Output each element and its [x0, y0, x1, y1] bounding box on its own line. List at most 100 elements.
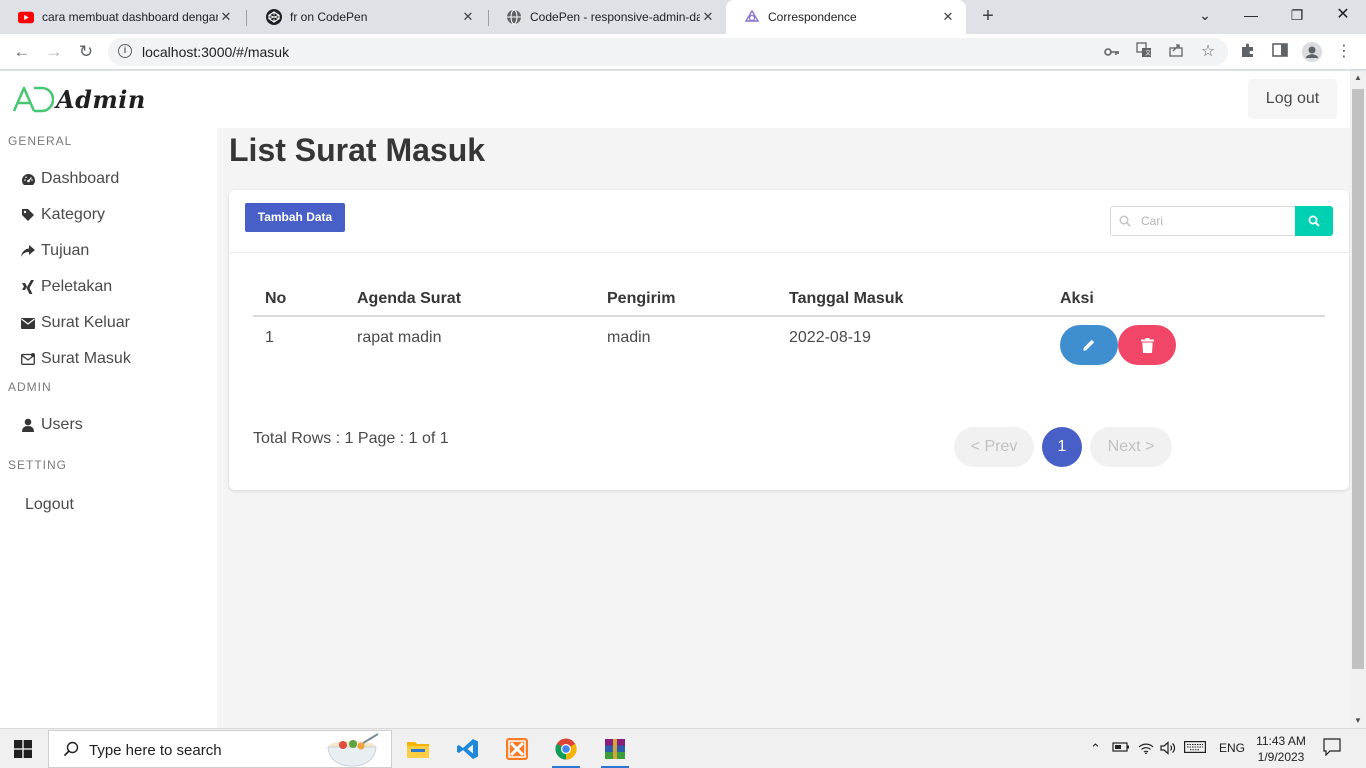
ad-logo-icon [12, 86, 54, 113]
sidebar-item-surat-keluar[interactable]: Surat Keluar [20, 311, 130, 335]
keyboard-icon[interactable] [1184, 741, 1206, 756]
chrome-menu-icon[interactable]: ⋮ [1334, 42, 1354, 62]
volume-icon[interactable] [1160, 741, 1178, 758]
browser-tab-correspondence[interactable]: Correspondence ✕ [726, 0, 966, 34]
browser-tab-youtube[interactable]: cara membuat dashboard dengan ✕ [0, 0, 244, 34]
user-icon [20, 417, 36, 433]
forward-arrow-icon[interactable]: → [40, 38, 68, 66]
prev-page-button[interactable]: < Prev [954, 427, 1034, 467]
sidebar-item-dashboard[interactable]: Dashboard [20, 167, 119, 191]
envelope-open-icon [20, 351, 36, 367]
column-header-agenda: Agenda Surat [345, 282, 595, 317]
taskbar-search-box[interactable]: Type here to search [48, 730, 392, 768]
edit-button[interactable] [1060, 325, 1118, 365]
tab-title: Correspondence [768, 10, 857, 24]
app-navbar: Admin Log out [0, 71, 1350, 128]
site-info-icon[interactable]: i [118, 44, 132, 58]
search-icon [1119, 214, 1131, 227]
browser-tab-codepen[interactable]: fr on CodePen ✕ [248, 0, 486, 34]
sidebar-item-tujuan[interactable]: Tujuan [20, 239, 89, 263]
sidebar-item-peletakan[interactable]: Peletakan [20, 275, 112, 299]
show-hidden-icons-chevron-icon[interactable]: ⌃ [1090, 741, 1101, 757]
svg-text:文: 文 [1145, 49, 1151, 57]
scroll-up-icon[interactable]: ▲ [1350, 71, 1366, 85]
sidebar-item-surat-masuk[interactable]: Surat Masuk [20, 347, 131, 371]
wifi-icon[interactable] [1138, 741, 1154, 757]
browser-tab-codepen-admin[interactable]: CodePen - responsive-admin-das ✕ [488, 0, 726, 34]
tab-search-chevron-icon[interactable]: ⌄ [1182, 0, 1228, 30]
table-row: 1 rapat madin madin 2022-08-19 [253, 316, 1325, 372]
taskbar-clock[interactable]: 11:43 AM 1/9/2023 [1252, 733, 1310, 765]
sidebar-item-label: Peletakan [41, 278, 113, 295]
scroll-down-icon[interactable]: ▼ [1350, 714, 1366, 728]
close-window-icon[interactable]: ✕ [1320, 0, 1366, 30]
sidebar-item-label: Dashboard [41, 170, 120, 187]
delete-button[interactable] [1118, 325, 1176, 365]
table-header-row: No Agenda Surat Pengirim Tanggal Masuk A… [253, 282, 1325, 317]
pagination-info: Total Rows : 1 Page : 1 of 1 [253, 430, 449, 447]
current-page-button[interactable]: 1 [1042, 427, 1082, 467]
address-bar[interactable]: i localhost:3000/#/masuk [108, 38, 1228, 66]
restore-icon[interactable]: ❐ [1274, 0, 1320, 30]
search-field[interactable] [1110, 206, 1296, 236]
close-tab-icon[interactable]: ✕ [460, 9, 476, 25]
winrar-icon[interactable] [595, 733, 635, 768]
sidebar-item-kategory[interactable]: Kategory [20, 203, 105, 227]
browser-toolbar: ← → ↻ i localhost:3000/#/masuk 文 ☆ ⋮ [0, 34, 1366, 70]
menu-label-general: GENERAL [8, 134, 73, 148]
taskbar-search-placeholder: Type here to search [89, 742, 222, 759]
page-viewport: Admin Log out GENERAL Dashboard Kategory… [0, 71, 1350, 728]
notifications-icon[interactable] [1323, 738, 1341, 759]
tab-title: fr on CodePen [290, 10, 368, 24]
scrollbar-thumb[interactable] [1352, 89, 1364, 669]
app-logo[interactable]: Admin [12, 83, 146, 115]
side-panel-icon[interactable] [1270, 42, 1290, 62]
xampp-icon[interactable] [497, 733, 537, 765]
vscode-icon[interactable] [448, 733, 488, 765]
next-page-button[interactable]: Next > [1090, 427, 1172, 467]
page-scrollbar[interactable]: ▲ ▼ [1350, 71, 1366, 728]
extensions-icon[interactable] [1238, 42, 1258, 62]
envelope-icon [20, 315, 36, 331]
sidebar-item-label: Users [41, 416, 83, 433]
chrome-taskbar-icon[interactable] [546, 733, 586, 768]
tag-icon [20, 207, 36, 223]
file-explorer-icon[interactable] [398, 733, 438, 765]
bookmark-star-icon[interactable]: ☆ [1198, 42, 1218, 62]
windows-start-icon[interactable] [14, 740, 32, 758]
pencil-icon [1083, 339, 1095, 351]
key-icon[interactable] [1102, 42, 1122, 62]
close-tab-icon[interactable]: ✕ [940, 9, 956, 25]
cell-agenda: rapat madin [357, 329, 442, 346]
input-language-indicator[interactable]: ENG [1219, 741, 1245, 755]
add-data-button[interactable]: Tambah Data [245, 203, 345, 232]
profile-avatar-icon[interactable] [1302, 42, 1322, 62]
sidebar-item-logout[interactable]: Logout [25, 493, 74, 517]
battery-icon[interactable] [1112, 741, 1130, 756]
column-header-tanggal: Tanggal Masuk [777, 282, 1048, 317]
tab-title: CodePen - responsive-admin-das [530, 10, 700, 24]
reload-icon[interactable]: ↻ [72, 38, 100, 66]
translate-icon[interactable]: 文 [1134, 42, 1154, 62]
browser-tab-strip: cara membuat dashboard dengan ✕ fr on Co… [0, 0, 1366, 34]
search-icon [63, 741, 79, 757]
back-arrow-icon[interactable]: ← [8, 38, 36, 66]
sidebar-item-label: Surat Keluar [41, 314, 130, 331]
windows-taskbar: Type here to search ⌃ ENG 11:43 AM 1/9/2… [0, 728, 1366, 768]
trash-icon [1140, 337, 1154, 353]
sidebar-item-users[interactable]: Users [20, 413, 83, 437]
url-text[interactable]: localhost:3000/#/masuk [142, 44, 289, 60]
minimize-icon[interactable]: — [1228, 0, 1274, 30]
sidebar: GENERAL Dashboard Kategory Tujuan Peleta… [0, 128, 217, 728]
new-tab-icon[interactable]: + [976, 5, 1000, 29]
cell-no: 1 [265, 329, 274, 346]
search-button[interactable] [1295, 206, 1333, 236]
close-tab-icon[interactable]: ✕ [700, 9, 716, 25]
share-page-icon[interactable] [1166, 42, 1186, 62]
close-tab-icon[interactable]: ✕ [218, 9, 234, 25]
search-input[interactable] [1141, 211, 1291, 231]
logout-top-button[interactable]: Log out [1248, 79, 1337, 119]
globe-icon [506, 9, 522, 25]
sidebar-item-label: Tujuan [41, 242, 90, 259]
dashboard-icon [20, 171, 36, 187]
